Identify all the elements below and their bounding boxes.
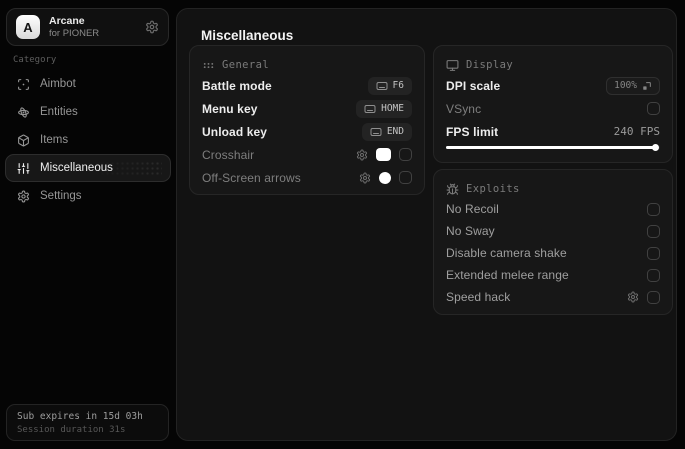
keybind-value: F6 [392, 80, 404, 91]
no-sway-checkbox[interactable] [647, 224, 660, 238]
sidebar-item-label: Aimbot [40, 78, 76, 90]
sidebar-item-label: Items [40, 134, 69, 146]
fps-limit-value: 240 FPS [613, 125, 660, 138]
sub-expiry-text: Sub expires in 15d 03h [17, 411, 143, 422]
setting-row-crosshair: Crosshair [202, 143, 412, 166]
general-panel: General Battle mode F6 Menu key HOME Unl… [189, 45, 425, 195]
setting-label: No Sway [446, 224, 495, 238]
sidebar: A Arcane for PIONER Category Aimbot Enti… [0, 0, 176, 449]
panel-title: Display [466, 59, 514, 71]
exploits-panel: Exploits No Recoil No Sway Disable camer… [433, 169, 673, 315]
setting-label: Off-Screen arrows [202, 170, 301, 185]
keybind-button[interactable]: HOME [356, 99, 412, 118]
fps-limit-slider[interactable] [446, 143, 660, 151]
setting-row-extended-melee-range: Extended melee range [446, 264, 660, 286]
keyboard-icon [364, 103, 376, 115]
gear-icon[interactable] [359, 172, 371, 184]
main-content-card: Miscellaneous General Battle mode F6 Men… [176, 8, 677, 441]
panel-title: General [222, 59, 270, 71]
sidebar-nav: Aimbot Entities Items Miscellaneous Sett… [5, 70, 171, 210]
app-logo-letter: A [23, 19, 33, 35]
subscription-info-card: Sub expires in 15d 03h Session duration … [6, 404, 169, 441]
setting-label: Extended melee range [446, 268, 569, 282]
crosshair-checkbox[interactable] [399, 148, 412, 161]
setting-label: Disable camera shake [446, 246, 567, 260]
speed-hack-checkbox[interactable] [647, 290, 660, 304]
category-label: Category [13, 55, 57, 65]
brand-card: A Arcane for PIONER [6, 8, 169, 46]
dpi-scale-value: 100% [614, 80, 637, 91]
setting-row-unload-key: Unload key END [202, 120, 412, 143]
gear-icon [17, 190, 30, 203]
gear-icon[interactable] [627, 291, 639, 303]
panel-title: Exploits [466, 183, 520, 195]
sidebar-item-label: Entities [40, 106, 78, 118]
fps-slider-fill [446, 143, 659, 151]
sidebar-item-entities[interactable]: Entities [5, 98, 171, 126]
setting-row-speed-hack: Speed hack [446, 286, 660, 308]
app-logo: A [16, 15, 40, 39]
session-duration-text: Session duration 31s [17, 425, 126, 435]
disable-camera-shake-checkbox[interactable] [647, 246, 660, 260]
setting-label: Battle mode [202, 78, 272, 93]
setting-label: FPS limit [446, 124, 499, 139]
color-swatch[interactable] [376, 148, 391, 161]
keybind-value: END [386, 126, 404, 137]
setting-label: Unload key [202, 124, 268, 139]
page-title: Miscellaneous [201, 28, 294, 43]
vsync-checkbox[interactable] [647, 102, 660, 115]
sidebar-item-label: Miscellaneous [40, 162, 113, 174]
bug-icon [446, 183, 459, 196]
setting-label: No Recoil [446, 202, 499, 216]
setting-row-dpi-scale: DPI scale 100% [446, 74, 660, 97]
setting-label: Speed hack [446, 290, 511, 304]
color-swatch[interactable] [379, 171, 391, 184]
entities-icon [17, 106, 30, 119]
sliders-icon [17, 162, 30, 175]
setting-row-vsync: VSync [446, 97, 660, 120]
sidebar-item-settings[interactable]: Settings [5, 182, 171, 210]
setting-row-no-sway: No Sway [446, 220, 660, 242]
app-subtitle: for PIONER [49, 28, 100, 39]
keybind-button[interactable]: END [361, 122, 412, 141]
keybind-value: HOME [381, 103, 404, 114]
app-window: A Arcane for PIONER Category Aimbot Enti… [0, 0, 685, 449]
scan-crosshair-icon [17, 78, 30, 91]
setting-row-disable-camera-shake: Disable camera shake [446, 242, 660, 264]
gear-icon[interactable] [356, 149, 368, 161]
scale-icon [642, 81, 652, 91]
keyboard-icon [370, 126, 382, 138]
package-icon [17, 134, 30, 147]
keyboard-icon [376, 80, 388, 92]
offscreen-arrows-checkbox[interactable] [399, 171, 412, 184]
setting-label: VSync [446, 101, 482, 116]
dots-grid-icon [202, 59, 215, 72]
setting-label: Crosshair [202, 147, 255, 162]
keybind-button[interactable]: F6 [367, 76, 412, 95]
no-recoil-checkbox[interactable] [647, 202, 660, 216]
sidebar-item-items[interactable]: Items [5, 126, 171, 154]
app-name: Arcane [49, 14, 85, 27]
sidebar-item-label: Settings [40, 190, 82, 202]
sidebar-item-miscellaneous[interactable]: Miscellaneous [5, 154, 171, 182]
setting-label: Menu key [202, 101, 258, 116]
setting-row-offscreen-arrows: Off-Screen arrows [202, 166, 412, 189]
gear-icon[interactable] [145, 20, 159, 34]
slider-thumb[interactable] [651, 143, 659, 151]
extended-melee-range-checkbox[interactable] [647, 268, 660, 282]
setting-row-battle-mode: Battle mode F6 [202, 74, 412, 97]
dpi-scale-select[interactable]: 100% [606, 76, 660, 95]
setting-row-menu-key: Menu key HOME [202, 97, 412, 120]
display-panel: Display DPI scale 100% VSync FPS limit 2… [433, 45, 673, 163]
setting-row-fps-limit: FPS limit 240 FPS [446, 120, 660, 143]
setting-label: DPI scale [446, 78, 501, 93]
sidebar-item-aimbot[interactable]: Aimbot [5, 70, 171, 98]
monitor-icon [446, 59, 459, 72]
setting-row-no-recoil: No Recoil [446, 198, 660, 220]
